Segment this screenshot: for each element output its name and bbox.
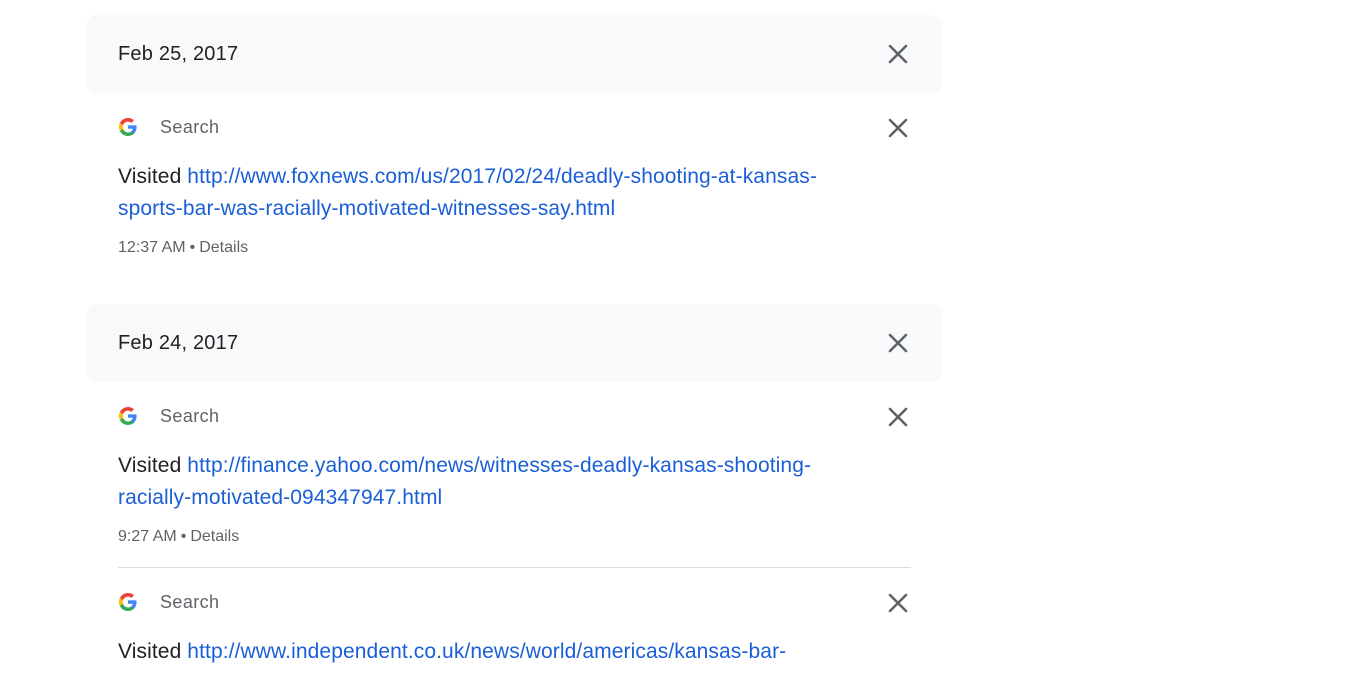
google-g-icon (119, 407, 137, 425)
item-divider (118, 567, 911, 568)
day-title: Feb 24, 2017 (118, 332, 239, 354)
activity-time: 12:37 AM (118, 239, 186, 256)
activity-item: Search Visited http://finance.yahoo.com/… (118, 404, 911, 547)
delete-day-button[interactable] (886, 42, 910, 66)
activity-text: Visited http://www.independent.co.uk/new… (118, 636, 878, 668)
activity-item: Search Visited http://www.independent.co… (118, 590, 911, 668)
activity-verb: Visited (118, 454, 182, 477)
visited-link[interactable]: http://www.foxnews.com/us/2017/02/24/dea… (118, 165, 817, 220)
close-icon (888, 407, 908, 427)
product-name: Search (160, 117, 220, 137)
google-g-icon (119, 118, 137, 136)
close-icon (888, 44, 908, 64)
activity-verb: Visited (118, 640, 182, 663)
delete-item-button[interactable] (886, 405, 910, 429)
product-name: Search (160, 592, 220, 612)
close-icon (888, 593, 908, 613)
day-header: Feb 24, 2017 (87, 304, 942, 382)
visited-link[interactable]: http://www.independent.co.uk/news/world/… (187, 640, 786, 663)
delete-day-button[interactable] (886, 331, 910, 355)
day-header: Feb 25, 2017 (87, 15, 942, 93)
delete-item-button[interactable] (886, 116, 910, 140)
visited-link[interactable]: http://finance.yahoo.com/news/witnesses-… (118, 454, 811, 509)
meta-separator: • (180, 528, 187, 545)
activity-time: 9:27 AM (118, 528, 177, 545)
activity-text: Visited http://www.foxnews.com/us/2017/0… (118, 161, 878, 225)
activity-list: Feb 25, 2017 Search Visited http://www.f… (87, 15, 942, 668)
product-name: Search (160, 406, 220, 426)
close-icon (888, 118, 908, 138)
google-g-icon (119, 593, 137, 611)
details-link[interactable]: Details (199, 239, 248, 256)
close-icon (888, 333, 908, 353)
details-link[interactable]: Details (190, 528, 239, 545)
day-title: Feb 25, 2017 (118, 43, 239, 65)
activity-verb: Visited (118, 165, 182, 188)
delete-item-button[interactable] (886, 591, 910, 615)
activity-meta: 12:37 AM • Details (118, 238, 911, 258)
activity-text: Visited http://finance.yahoo.com/news/wi… (118, 450, 878, 514)
meta-separator: • (189, 239, 196, 256)
activity-meta: 9:27 AM • Details (118, 527, 911, 547)
activity-item: Search Visited http://www.foxnews.com/us… (118, 115, 911, 258)
